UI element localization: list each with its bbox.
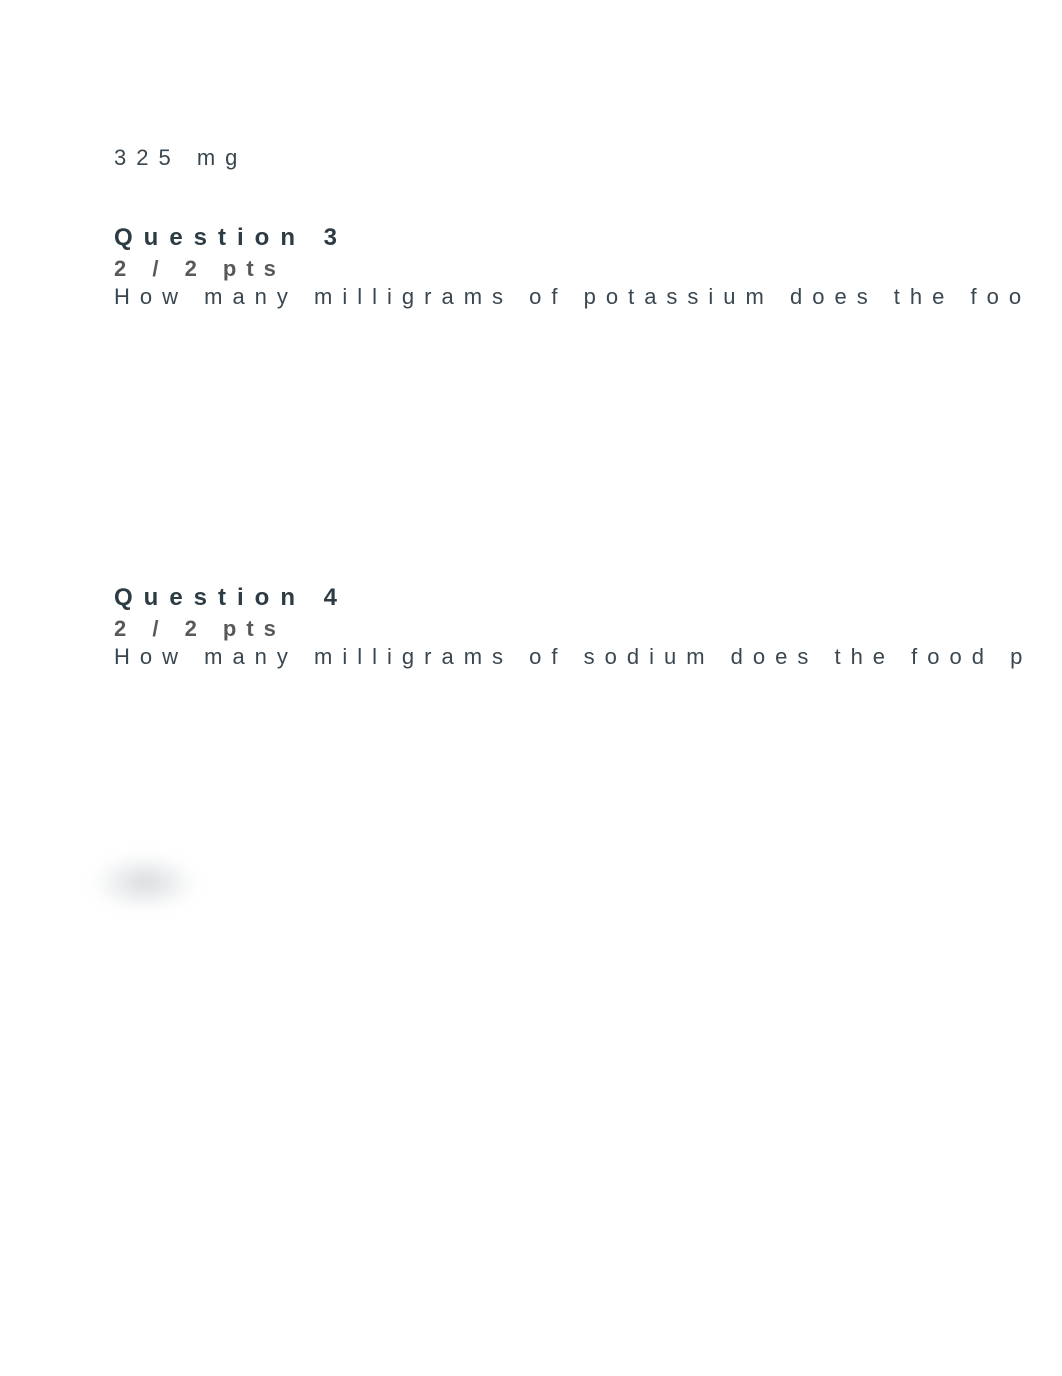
- question-4-points: 2 / 2 pts: [114, 616, 1032, 642]
- question-4-title: Question 4: [114, 584, 1032, 612]
- quiz-page: 325 mg Question 3 2 / 2 pts How many mil…: [0, 0, 1062, 1376]
- question-4-body: How many milligrams of sodium does the f…: [114, 644, 1032, 670]
- question-3-body: How many milligrams of potassium does th…: [114, 284, 1031, 310]
- question-3-title: Question 3: [114, 224, 1031, 252]
- question-3-points: 2 / 2 pts: [114, 256, 1031, 282]
- question-block-4: Question 4 2 / 2 pts How many milligrams…: [114, 584, 1032, 670]
- question-block-3: Question 3 2 / 2 pts How many milligrams…: [114, 224, 1031, 310]
- blurred-preview-overlay: [92, 855, 197, 910]
- previous-answer-text: 325 mg: [114, 145, 247, 171]
